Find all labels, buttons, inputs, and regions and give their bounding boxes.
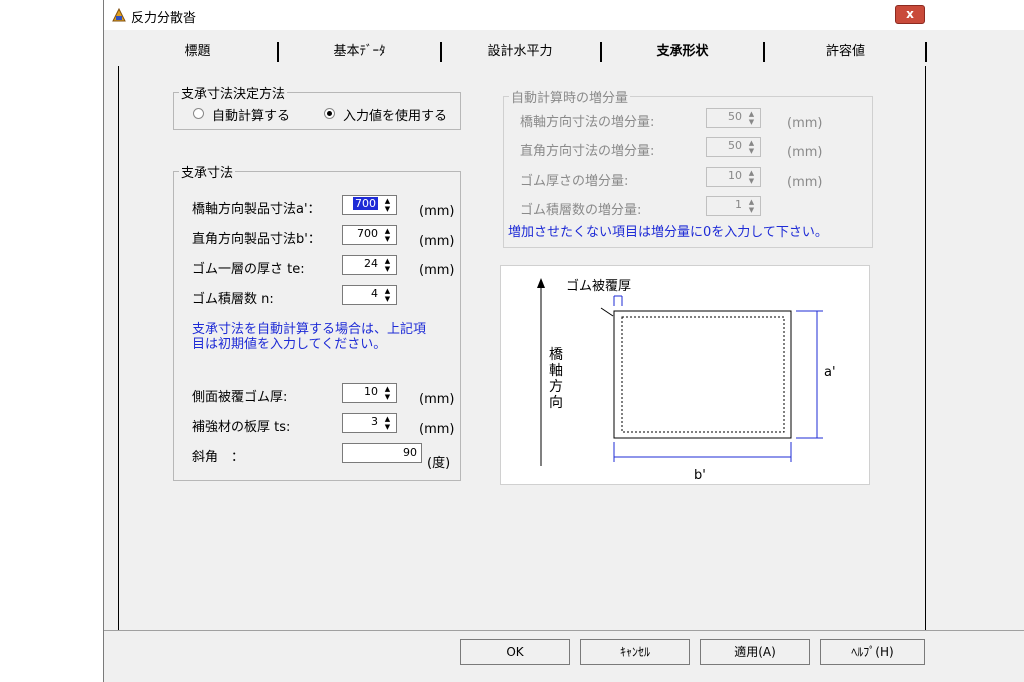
unit-a: (mm) bbox=[419, 204, 455, 219]
label-a: 橋軸方向製品寸法a'： bbox=[192, 202, 321, 217]
label-inc-layers: ゴム積層数の増分量: bbox=[520, 203, 642, 218]
label-te: ゴム一層の厚さ te: bbox=[192, 262, 305, 277]
help-button[interactable]: ﾍﾙﾌﾟ(H) bbox=[820, 639, 925, 665]
title-bar[interactable] bbox=[104, 0, 1024, 30]
label-b: 直角方向製品寸法b'： bbox=[192, 232, 321, 247]
spin-inc-rubber-value[interactable]: 10 bbox=[728, 169, 742, 182]
tab-separator bbox=[440, 42, 442, 62]
radio-auto-label[interactable]: 自動計算する bbox=[212, 105, 290, 124]
spin-te-value[interactable]: 24 bbox=[364, 257, 378, 270]
label-cover: 側面被覆ゴム厚: bbox=[192, 390, 288, 405]
spin-inc-layers-value[interactable]: 1 bbox=[735, 198, 742, 211]
spin-inc-rubber[interactable]: 10 ▲ ▼ bbox=[706, 167, 761, 187]
radio-input-label[interactable]: 入力値を使用する bbox=[343, 105, 447, 124]
ok-button[interactable]: OK bbox=[460, 639, 570, 665]
spin-b-value[interactable]: 700 bbox=[357, 227, 378, 240]
unit-inc-rubber: (mm) bbox=[787, 175, 823, 190]
spin-inc-layers[interactable]: 1 ▲ ▼ bbox=[706, 196, 761, 216]
method-group-title: 支承寸法決定方法 bbox=[179, 83, 288, 102]
spin-arrows-icon[interactable]: ▲ ▼ bbox=[380, 287, 395, 303]
spin-inc-perp[interactable]: 50 ▲ ▼ bbox=[706, 137, 761, 157]
spin-cover[interactable]: 10 ▲ ▼ bbox=[342, 383, 397, 403]
tab-basic-data[interactable]: 基本ﾃﾞｰﾀ bbox=[282, 38, 437, 66]
spin-inc-axial[interactable]: 50 ▲ ▼ bbox=[706, 108, 761, 128]
dims-note: 支承寸法を自動計算する場合は、上記項目は初期値を入力してください。 bbox=[192, 322, 427, 352]
spin-ts-value[interactable]: 3 bbox=[371, 415, 378, 428]
spin-arrows-icon[interactable]: ▲ ▼ bbox=[744, 110, 759, 126]
apply-button[interactable]: 適用(A) bbox=[700, 639, 810, 665]
spin-a[interactable]: 700 ▲ ▼ bbox=[342, 195, 397, 215]
spin-inc-axial-value[interactable]: 50 bbox=[728, 110, 742, 123]
tab-design-horizontal-force[interactable]: 設計水平力 bbox=[445, 38, 595, 66]
diagram-a-label: a' bbox=[824, 365, 836, 380]
tab-allowable[interactable]: 許容値 bbox=[768, 38, 923, 66]
window-title: 反力分散沓 bbox=[131, 11, 197, 26]
increment-note: 増加させたくない項目は増分量に0を入力して下さい。 bbox=[508, 225, 828, 240]
spin-arrows-icon[interactable]: ▲ ▼ bbox=[744, 198, 759, 214]
label-inc-perp: 直角方向寸法の増分量: bbox=[520, 144, 655, 159]
diagram-direction-label: 橋軸方向 bbox=[549, 347, 563, 411]
diagram-b-label: b' bbox=[694, 468, 706, 483]
increment-group-title: 自動計算時の増分量 bbox=[509, 87, 631, 106]
radio-auto[interactable] bbox=[193, 108, 204, 119]
spin-arrows-icon[interactable]: ▲ ▼ bbox=[744, 169, 759, 185]
spin-arrows-icon[interactable]: ▲ ▼ bbox=[380, 197, 395, 213]
spin-ts[interactable]: 3 ▲ ▼ bbox=[342, 413, 397, 433]
unit-inc-axial: (mm) bbox=[787, 116, 823, 131]
tab-separator bbox=[763, 42, 765, 62]
unit-skew: (度) bbox=[427, 456, 451, 471]
spin-arrows-icon[interactable]: ▲ ▼ bbox=[380, 257, 395, 273]
unit-cover: (mm) bbox=[419, 392, 455, 407]
radio-input[interactable] bbox=[324, 108, 335, 119]
tab-separator bbox=[925, 42, 927, 62]
spin-b[interactable]: 700 ▲ ▼ bbox=[342, 225, 397, 245]
label-inc-rubber: ゴム厚さの増分量: bbox=[520, 174, 629, 189]
unit-b: (mm) bbox=[419, 234, 455, 249]
tab-title[interactable]: 標題 bbox=[120, 38, 275, 66]
dims-group-title: 支承寸法 bbox=[179, 162, 236, 181]
tab-separator bbox=[277, 42, 279, 62]
app-icon bbox=[111, 7, 127, 23]
close-icon: x bbox=[906, 7, 914, 21]
label-inc-axial: 橋軸方向寸法の増分量: bbox=[520, 115, 655, 130]
spin-arrows-icon[interactable]: ▲ ▼ bbox=[744, 139, 759, 155]
unit-inc-perp: (mm) bbox=[787, 145, 823, 160]
tab-separator bbox=[600, 42, 602, 62]
spin-arrows-icon[interactable]: ▲ ▼ bbox=[380, 227, 395, 243]
spin-arrows-icon[interactable]: ▲ ▼ bbox=[380, 385, 395, 401]
label-skew: 斜角 ： bbox=[192, 450, 245, 465]
spin-cover-value[interactable]: 10 bbox=[364, 385, 378, 398]
spin-arrows-icon[interactable]: ▲ ▼ bbox=[380, 415, 395, 431]
spin-inc-perp-value[interactable]: 50 bbox=[728, 139, 742, 152]
unit-te: (mm) bbox=[419, 263, 455, 278]
cancel-button[interactable]: ｷｬﾝｾﾙ bbox=[580, 639, 690, 665]
spin-a-value[interactable]: 700 bbox=[353, 197, 378, 210]
tab-bearing-shape[interactable]: 支承形状 bbox=[605, 38, 760, 66]
spin-n[interactable]: 4 ▲ ▼ bbox=[342, 285, 397, 305]
unit-ts: (mm) bbox=[419, 422, 455, 437]
close-button[interactable]: x bbox=[895, 5, 925, 24]
spin-n-value[interactable]: 4 bbox=[371, 287, 378, 300]
skew-value[interactable]: 90 bbox=[403, 446, 417, 459]
diagram-cover-label: ゴム被覆厚 bbox=[566, 279, 632, 294]
label-ts: 補強材の板厚 ts: bbox=[192, 420, 291, 435]
label-n: ゴム積層数 n: bbox=[192, 292, 274, 307]
spin-te[interactable]: 24 ▲ ▼ bbox=[342, 255, 397, 275]
skew-input[interactable]: 90 bbox=[342, 443, 422, 463]
footer-divider bbox=[104, 630, 1024, 631]
